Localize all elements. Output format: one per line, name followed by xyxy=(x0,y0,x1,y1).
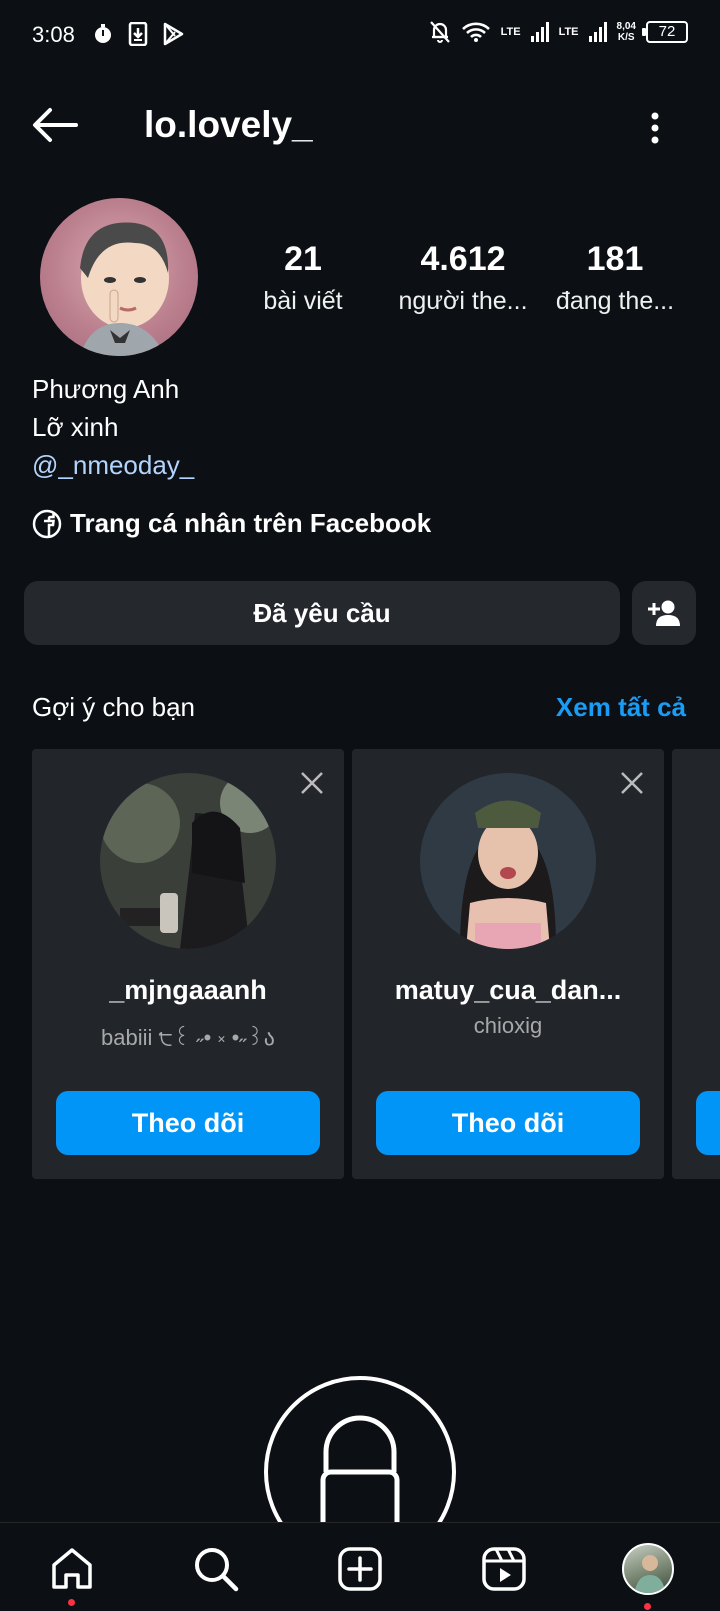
follow-button[interactable]: Theo dõi xyxy=(56,1091,320,1155)
follow-button-partial[interactable] xyxy=(696,1091,720,1155)
add-person-icon xyxy=(648,600,680,626)
profile-bio: Lỡ xinh xyxy=(32,412,119,442)
profile-full-name: Phương Anh xyxy=(32,374,180,404)
more-vertical-icon xyxy=(651,112,659,144)
wifi-icon xyxy=(461,22,490,42)
suggestion-subtitle: babiii ੮꒰ ˶• ༝ •˶꒱ა xyxy=(101,1025,275,1050)
create-icon xyxy=(338,1547,382,1591)
suggestion-card[interactable]: _mjngaaanh babiii ੮꒰ ˶• ༝ •˶꒱ა Theo dõi xyxy=(32,749,344,1179)
suggestion-photo xyxy=(420,773,596,949)
suggestions-title: Gợi ý cho bạn xyxy=(32,692,196,722)
status-time: 3:08 xyxy=(32,22,75,47)
battery-indicator: 72 xyxy=(642,21,688,43)
play-store-icon xyxy=(163,22,184,46)
home-icon xyxy=(52,1548,92,1589)
stat-posts[interactable]: 21 bài viết xyxy=(228,240,378,316)
signal-icon-2 xyxy=(588,22,607,42)
profile-username: lo.lovely_ xyxy=(144,104,313,145)
lte-label-1: LTE xyxy=(500,26,521,38)
stat-posts-label: bài viết xyxy=(263,287,343,315)
download-icon xyxy=(128,22,148,46)
stat-following[interactable]: 181 đang the... xyxy=(540,240,690,316)
see-all-link[interactable]: Xem tất cả xyxy=(556,692,686,723)
facebook-profile-link[interactable]: Trang cá nhân trên Facebook xyxy=(32,508,431,539)
suggestion-card-partial[interactable] xyxy=(672,749,720,1179)
suggestion-username[interactable]: _mjngaaanh xyxy=(32,975,344,1006)
nav-reels[interactable] xyxy=(480,1545,528,1593)
facebook-icon xyxy=(32,509,62,538)
requested-button[interactable]: Đã yêu cầu xyxy=(24,581,620,645)
stat-posts-value: 21 xyxy=(284,240,322,278)
speed-unit: K/S xyxy=(617,32,635,43)
nav-home[interactable] xyxy=(48,1545,96,1593)
search-icon xyxy=(195,1548,239,1592)
stat-followers[interactable]: 4.612 người the... xyxy=(388,240,538,316)
bottom-navigation xyxy=(0,1522,720,1611)
suggested-people-button[interactable] xyxy=(632,581,696,645)
stat-following-value: 181 xyxy=(586,240,644,278)
stat-followers-value: 4.612 xyxy=(420,240,506,278)
home-notification-dot xyxy=(68,1599,75,1606)
status-right: LTE LTE 8,04 K/S 72 xyxy=(429,20,688,44)
more-options-button[interactable] xyxy=(640,108,670,148)
suggestion-avatar[interactable] xyxy=(420,773,596,949)
suggestion-card[interactable]: matuy_cua_dan... chioxig Theo dõi xyxy=(352,749,664,1179)
profile-avatar[interactable] xyxy=(40,198,198,356)
nav-search[interactable] xyxy=(192,1545,240,1593)
profile-notification-dot xyxy=(644,1603,651,1610)
close-icon xyxy=(621,772,643,794)
profile-mention-link[interactable]: @_nmeoday_ xyxy=(32,450,194,481)
speed-value: 8,04 xyxy=(616,21,636,32)
suggestion-subtitle: chioxig xyxy=(473,1013,543,1038)
profile-thumbnail xyxy=(634,1555,666,1593)
suggestion-avatar[interactable] xyxy=(100,773,276,949)
status-left-icons xyxy=(92,22,184,46)
facebook-link-label: Trang cá nhân trên Facebook xyxy=(70,508,432,538)
dismiss-suggestion-button[interactable] xyxy=(296,767,328,799)
reels-icon xyxy=(482,1547,526,1591)
signal-icon-1 xyxy=(530,22,549,42)
nav-profile-avatar[interactable] xyxy=(622,1543,674,1595)
mute-bell-icon xyxy=(429,21,450,43)
lte-label-2: LTE xyxy=(558,26,579,38)
back-button[interactable] xyxy=(30,105,80,145)
follow-button[interactable]: Theo dõi xyxy=(376,1091,640,1155)
close-icon xyxy=(301,772,323,794)
dismiss-suggestion-button[interactable] xyxy=(616,767,648,799)
stat-following-label: đang the... xyxy=(555,287,675,315)
timer-icon xyxy=(95,24,111,43)
suggestion-username[interactable]: matuy_cua_dan... xyxy=(352,975,664,1006)
network-speed: 8,04 K/S xyxy=(617,21,636,43)
nav-create[interactable] xyxy=(336,1545,384,1593)
avatar-illustration xyxy=(80,222,169,356)
suggestion-photo xyxy=(100,773,276,949)
stat-followers-label: người the... xyxy=(398,287,528,315)
arrow-left-icon xyxy=(33,108,78,142)
